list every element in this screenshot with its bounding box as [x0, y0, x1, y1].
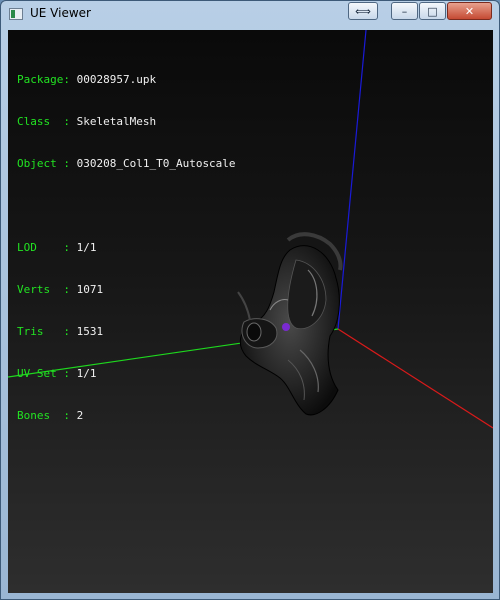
- pivot-marker: [282, 323, 290, 331]
- close-button[interactable]: ✕: [447, 2, 492, 20]
- info-package-row: Package: 00028957.upk: [17, 73, 236, 87]
- skeletal-mesh-model: [237, 232, 343, 416]
- tris-value: 1531: [76, 325, 104, 338]
- window-title: UE Viewer: [30, 6, 91, 20]
- object-value: 030208_Col1_T0_Autoscale: [76, 157, 236, 170]
- object-label: Object :: [17, 157, 70, 170]
- x-axis-line: [337, 328, 493, 429]
- uvset-label: UV Set :: [17, 367, 70, 380]
- package-label: Package:: [17, 73, 70, 86]
- info-object-row: Object : 030208_Col1_T0_Autoscale: [17, 157, 236, 171]
- verts-value: 1071: [76, 283, 104, 296]
- lod-value: 1/1: [76, 241, 97, 254]
- resize-arrows-icon: ⟺: [355, 4, 371, 18]
- tris-label: Tris :: [17, 325, 70, 338]
- app-icon: [9, 8, 23, 20]
- info-uvset-row: UV Set : 1/1: [17, 367, 236, 381]
- package-value: 00028957.upk: [76, 73, 157, 86]
- lod-label: LOD :: [17, 241, 70, 254]
- bones-label: Bones :: [17, 409, 70, 422]
- mesh-info-panel: Package: 00028957.upk Class : SkeletalMe…: [17, 45, 236, 451]
- info-tris-row: Tris : 1531: [17, 325, 236, 339]
- verts-label: Verts :: [17, 283, 70, 296]
- minimize-icon: –: [401, 4, 408, 18]
- maximize-button[interactable]: □: [419, 2, 446, 20]
- maximize-icon: □: [427, 4, 438, 18]
- bones-value: 2: [76, 409, 84, 422]
- app-window: UE Viewer ⟺ – □ ✕ Package: 00028957.upk …: [0, 0, 500, 600]
- 3d-viewport[interactable]: Package: 00028957.upk Class : SkeletalMe…: [8, 30, 493, 593]
- close-icon: ✕: [464, 4, 475, 18]
- title-bar[interactable]: UE Viewer ⟺ – □ ✕: [1, 1, 499, 29]
- minimize-button[interactable]: –: [391, 2, 418, 20]
- info-bones-row: Bones : 2: [17, 409, 236, 423]
- extra-window-button[interactable]: ⟺: [348, 2, 378, 20]
- class-value: SkeletalMesh: [76, 115, 157, 128]
- info-verts-row: Verts : 1071: [17, 283, 236, 297]
- z-axis-line: [337, 30, 367, 330]
- uvset-value: 1/1: [76, 367, 97, 380]
- info-class-row: Class : SkeletalMesh: [17, 115, 236, 129]
- info-lod-row: LOD : 1/1: [17, 241, 236, 255]
- class-label: Class :: [17, 115, 70, 128]
